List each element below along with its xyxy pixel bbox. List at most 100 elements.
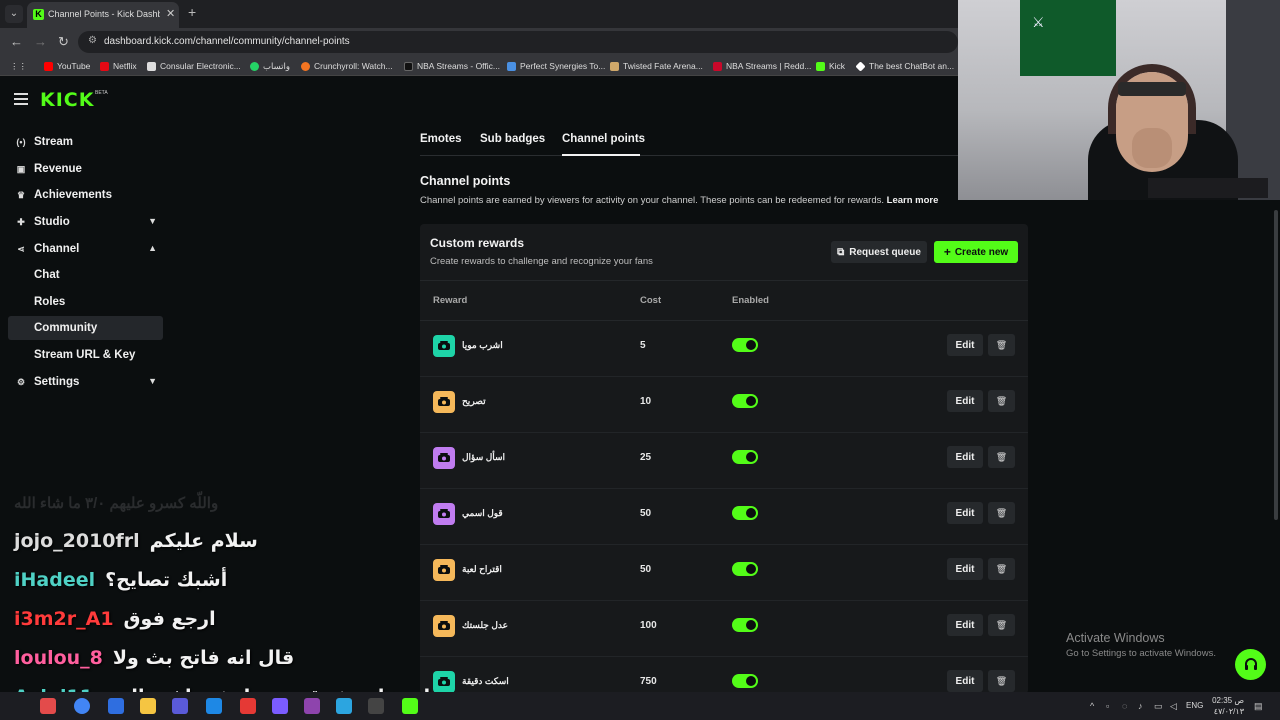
custom-rewards-title: Custom rewards bbox=[430, 236, 525, 250]
chat-text: قال انه فاتح بث ولا bbox=[112, 647, 295, 669]
clock[interactable]: 02:35 ص ٤٧/٠٢/١٣ bbox=[1206, 695, 1244, 717]
enabled-toggle[interactable] bbox=[732, 394, 758, 408]
menu-icon[interactable] bbox=[14, 93, 28, 105]
language-indicator[interactable]: ENG bbox=[1186, 701, 1203, 710]
sidebar-item-settings[interactable]: ⚙ Settings ▼ bbox=[8, 370, 163, 394]
enabled-toggle[interactable] bbox=[732, 674, 758, 688]
enabled-toggle[interactable] bbox=[732, 450, 758, 464]
sidebar-item-roles[interactable]: Roles bbox=[8, 290, 163, 314]
page-scrollbar[interactable] bbox=[1272, 210, 1280, 540]
edit-button[interactable]: Edit bbox=[947, 390, 983, 412]
enabled-toggle[interactable] bbox=[732, 338, 758, 352]
new-tab-button[interactable]: + bbox=[188, 4, 196, 20]
sidebar-item-channel[interactable]: ⋖ Channel ▲ bbox=[8, 237, 163, 261]
4k-downloader-icon[interactable] bbox=[368, 698, 384, 714]
chat-username: i3m2r_A1 bbox=[14, 608, 114, 630]
sidebar-item-stream-url-key[interactable]: Stream URL & Key bbox=[8, 343, 163, 367]
support-chat-button[interactable] bbox=[1235, 649, 1266, 680]
enabled-toggle[interactable] bbox=[732, 562, 758, 576]
learn-more-link[interactable]: Learn more bbox=[887, 195, 939, 206]
edit-button[interactable]: Edit bbox=[947, 334, 983, 356]
bookmark-crunchyroll[interactable]: Crunchyroll: Watch... bbox=[301, 59, 393, 73]
bookmark-chatbot[interactable]: The best ChatBot an... bbox=[855, 59, 954, 73]
bookmark-netflix[interactable]: Netflix bbox=[100, 59, 137, 73]
tab-channel-points[interactable]: Channel points bbox=[562, 133, 645, 145]
chrome-icon[interactable] bbox=[74, 698, 90, 714]
tray-network-icon[interactable]: ◌ bbox=[1122, 701, 1127, 711]
forward-icon[interactable]: → bbox=[34, 34, 47, 49]
edit-button[interactable]: Edit bbox=[947, 502, 983, 524]
mic-stand bbox=[1148, 178, 1268, 198]
sidebar-item-chat[interactable]: Chat bbox=[8, 263, 163, 287]
bookmark-label: Kick bbox=[829, 61, 846, 71]
kick-icon bbox=[816, 61, 825, 71]
edit-button[interactable]: Edit bbox=[947, 614, 983, 636]
bookmark-consular[interactable]: Consular Electronic... bbox=[147, 59, 241, 73]
delete-button[interactable]: 🗑 bbox=[988, 446, 1015, 468]
reload-icon[interactable]: ↻ bbox=[58, 34, 69, 50]
outlook-icon[interactable] bbox=[206, 698, 222, 714]
delete-button[interactable]: 🗑 bbox=[988, 390, 1015, 412]
table-row: قول اسمي 50 Edit 🗑 bbox=[420, 489, 1028, 545]
delete-button[interactable]: 🗑 bbox=[988, 334, 1015, 356]
back-icon[interactable]: ← bbox=[10, 34, 23, 49]
tray-display-icon[interactable]: ▭ bbox=[1154, 701, 1163, 712]
chat-text: أشبك تصايح؟ bbox=[105, 569, 228, 591]
trash-icon: 🗑 bbox=[995, 507, 1008, 518]
scrollbar-thumb[interactable] bbox=[1274, 210, 1278, 520]
delete-button[interactable]: 🗑 bbox=[988, 670, 1015, 692]
sidebar-item-label: Settings bbox=[34, 376, 80, 388]
store-icon[interactable] bbox=[172, 698, 188, 714]
sidebar-item-studio[interactable]: ✚ Studio ▼ bbox=[8, 210, 163, 234]
bookmark-twisted-fate[interactable]: Twisted Fate Arena... bbox=[610, 59, 703, 73]
tab-search-button[interactable]: ⌄ bbox=[5, 5, 23, 23]
enabled-toggle[interactable] bbox=[732, 506, 758, 520]
edit-button[interactable]: Edit bbox=[947, 558, 983, 580]
browser-tab[interactable]: K Channel Points - Kick Dashboard ✕ bbox=[27, 2, 179, 28]
url-field[interactable]: ⚙ dashboard.kick.com/channel/community/c… bbox=[78, 31, 958, 53]
bookmark-nba-official[interactable]: NBA Streams - Offic... bbox=[404, 59, 500, 73]
kick-logo[interactable]: KICK bbox=[40, 89, 94, 111]
file-explorer-icon[interactable] bbox=[140, 698, 156, 714]
close-tab-icon[interactable]: ✕ bbox=[166, 7, 175, 20]
tab-sub-badges[interactable]: Sub badges bbox=[480, 133, 545, 145]
notifications-icon[interactable]: ▤ bbox=[1254, 701, 1263, 712]
sidebar-item-achievements[interactable]: ♛ Achievements bbox=[8, 183, 163, 207]
crunchyroll-icon bbox=[301, 61, 310, 71]
tab-emotes[interactable]: Emotes bbox=[420, 133, 462, 145]
sidebar-item-revenue[interactable]: ▣ Revenue bbox=[8, 157, 163, 181]
request-queue-button[interactable]: ⧉ Request queue bbox=[831, 241, 927, 263]
delete-button[interactable]: 🗑 bbox=[988, 614, 1015, 636]
tray-mic-icon[interactable]: ♪ bbox=[1138, 701, 1143, 711]
bandana bbox=[1118, 82, 1186, 96]
site-info-icon[interactable]: ⚙ bbox=[88, 35, 97, 46]
chat-message: i3m2r_A1 ارجع فوق bbox=[14, 608, 216, 630]
telegram-icon[interactable] bbox=[336, 698, 352, 714]
bookmark-nba-reddit[interactable]: NBA Streams | Redd... bbox=[713, 59, 811, 73]
enabled-toggle[interactable] bbox=[732, 618, 758, 632]
kick-app-icon[interactable] bbox=[402, 698, 418, 714]
create-new-button[interactable]: + Create new bbox=[934, 241, 1018, 263]
discord-icon[interactable] bbox=[272, 698, 288, 714]
delete-button[interactable]: 🗑 bbox=[988, 558, 1015, 580]
sidebar-item-community[interactable]: Community bbox=[8, 316, 163, 340]
delete-button[interactable]: 🗑 bbox=[988, 502, 1015, 524]
apps-icon[interactable]: ⋮⋮ bbox=[10, 59, 27, 73]
chat-username: iHadeel bbox=[14, 569, 96, 591]
bookmark-perfect-synergies[interactable]: Perfect Synergies To... bbox=[507, 59, 605, 73]
edge-icon[interactable] bbox=[108, 698, 124, 714]
bookmark-kick[interactable]: Kick bbox=[816, 59, 845, 73]
bookmark-whatsapp[interactable]: واتساب bbox=[250, 59, 290, 73]
hand bbox=[1132, 128, 1172, 168]
recording-icon[interactable] bbox=[240, 698, 256, 714]
sidebar-item-stream[interactable]: (•) Stream bbox=[8, 130, 163, 154]
tray-app-icon[interactable]: ▫ bbox=[1106, 701, 1109, 711]
tray-chevron-icon[interactable]: ^ bbox=[1090, 701, 1094, 711]
bookmark-youtube[interactable]: YouTube bbox=[44, 59, 90, 73]
app-icon[interactable] bbox=[40, 698, 56, 714]
bookmark-label: واتساب bbox=[263, 60, 291, 71]
tray-volume-icon[interactable]: ◁ bbox=[1170, 701, 1177, 712]
edit-button[interactable]: Edit bbox=[947, 670, 983, 692]
edit-button[interactable]: Edit bbox=[947, 446, 983, 468]
app-icon[interactable] bbox=[304, 698, 320, 714]
